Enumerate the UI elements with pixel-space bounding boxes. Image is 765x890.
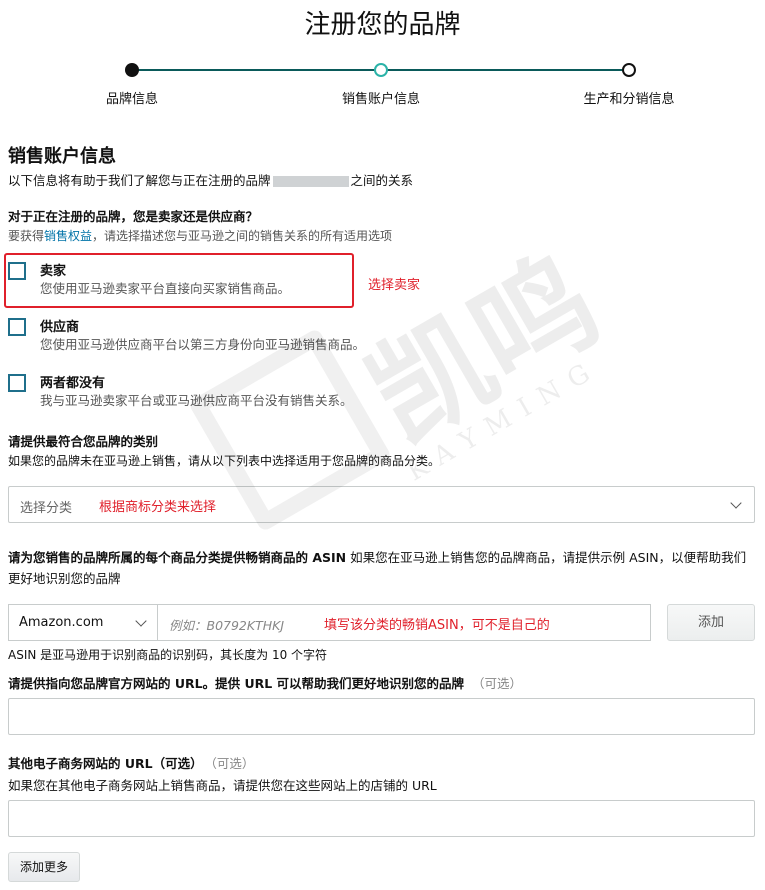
option-vendor-label: 供应商 [40, 320, 80, 335]
category-title: 请提供最符合您品牌的类别 [8, 434, 159, 449]
chevron-down-icon [730, 497, 742, 509]
step-label-sales-account: 销售账户信息 [341, 92, 421, 107]
annotation-asin-hint: 填写该分类的畅销ASIN，可不是自己的 [324, 618, 550, 633]
category-select[interactable]: 选择分类 根据商标分类来选择 [8, 486, 755, 523]
asin-placeholder: 例如：B0792KTHKJ [169, 618, 285, 633]
website-title-text: 请提供指向您品牌官方网站的 URL。提供 URL 可以帮助我们更好地识别您的品牌 [8, 676, 465, 691]
seller-highlight-box [4, 253, 354, 308]
annotation-category-hint: 根据商标分类来选择 [99, 500, 217, 515]
watermark-cn: 凯鸣 [346, 229, 620, 469]
progress-stepper: 品牌信息 销售账户信息 生产和分销信息 [0, 62, 765, 112]
website-title: 请提供指向您品牌官方网站的 URL。提供 URL 可以帮助我们更好地识别您的品牌… [8, 673, 522, 692]
other-ecommerce-description: 如果您在其他电子商务网站上销售商品，请提供您在这些网站上的店铺的 URL [8, 778, 437, 793]
category-description: 如果您的品牌未在亚马逊上销售，请从以下列表中选择适用于您品牌的商品分类。 [8, 454, 441, 468]
asin-title-bold: 请为您销售的品牌所属的每个商品分类提供畅销商品的 ASIN [8, 550, 347, 565]
role-question-title: 对于正在注册的品牌，您是卖家还是供应商？ [8, 209, 259, 224]
role-desc-prefix: 要获得 [8, 229, 45, 243]
section-desc-suffix: 之间的关系 [350, 173, 414, 188]
annotation-select-seller: 选择卖家 [368, 278, 421, 293]
option-neither-label: 两者都没有 [40, 376, 106, 391]
page-title: 注册您的品牌 [304, 10, 461, 40]
category-select-value: 选择分类 [20, 501, 73, 516]
website-optional-label: （可选） [472, 676, 523, 691]
step-label-brand-info: 品牌信息 [105, 92, 159, 107]
section-title: 销售账户信息 [8, 146, 116, 167]
chevron-down-icon [135, 615, 147, 627]
redacted-brand-name [272, 176, 349, 187]
other-ecommerce-optional: （可选） [210, 756, 255, 771]
vendor-checkbox[interactable] [8, 318, 26, 336]
role-desc-suffix: ，请选择描述您与亚马逊之间的销售关系的所有适用选项 [92, 229, 393, 243]
asin-title: 请为您销售的品牌所属的每个商品分类提供畅销商品的 ASIN 如果您在亚马逊上销售… [8, 547, 758, 589]
option-neither-desc: 我与亚马逊卖家平台或亚马逊供应商平台没有销售关系。 [40, 393, 353, 408]
step-dot-sales-account [374, 63, 388, 77]
add-asin-button[interactable]: 添加 [667, 604, 755, 641]
marketplace-select[interactable]: Amazon.com [8, 604, 158, 641]
option-vendor-desc: 您使用亚马逊供应商平台以第三方身份向亚马逊销售商品。 [40, 337, 366, 352]
step-dot-brand-info [125, 63, 139, 77]
section-description: 以下信息将有助于我们了解您与正在注册的品牌 之间的关系 [8, 170, 413, 189]
other-ecommerce-url-input[interactable] [8, 800, 755, 837]
section-desc-prefix: 以下信息将有助于我们了解您与正在注册的品牌 [8, 173, 271, 188]
role-question-description: 要获得销售权益，请选择描述您与亚马逊之间的销售关系的所有适用选项 [8, 227, 392, 244]
neither-checkbox[interactable] [8, 374, 26, 392]
add-more-button[interactable]: 添加更多 [8, 852, 80, 882]
step-label-distribution: 生产和分销信息 [583, 92, 675, 107]
step-dot-distribution [622, 63, 636, 77]
sales-rights-link[interactable]: 销售权益 [44, 229, 92, 243]
other-ecommerce-title-text: 其他电子商务网站的 URL（可选） [8, 756, 203, 771]
asin-input[interactable]: 例如：B0792KTHKJ 填写该分类的畅销ASIN，可不是自己的 [157, 604, 651, 641]
marketplace-value: Amazon.com [19, 615, 104, 630]
website-url-input[interactable] [8, 698, 755, 735]
asin-note: ASIN 是亚马逊用于识别商品的识别码，其长度为 10 个字符 [8, 648, 328, 662]
other-ecommerce-title: 其他电子商务网站的 URL（可选） （可选） [8, 753, 254, 772]
